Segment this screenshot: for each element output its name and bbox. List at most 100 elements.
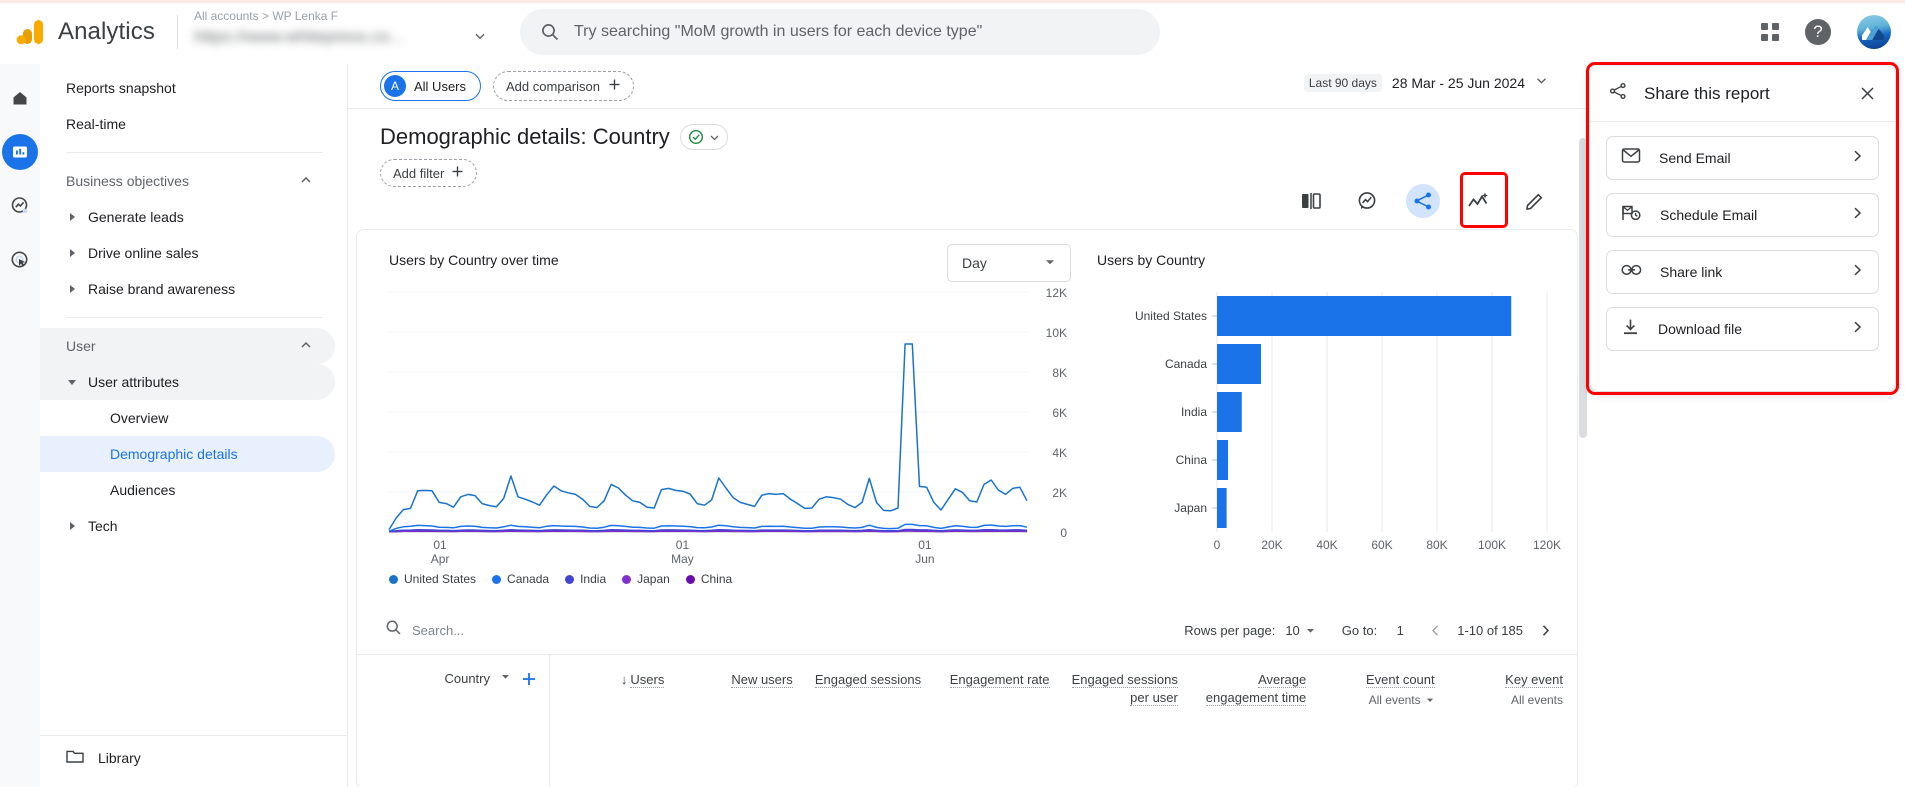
date-range-picker[interactable]: Last 90 days 28 Mar - 25 Jun 2024: [1303, 74, 1548, 92]
sidebar-group-business-objectives[interactable]: Business objectives: [40, 163, 335, 199]
table-column-sub-label: All events: [1368, 693, 1421, 707]
table-column-header[interactable]: Event count All events: [1320, 655, 1448, 787]
sidebar-item-drive-online-sales[interactable]: Drive online sales: [40, 235, 335, 271]
table-column-label: Engagement rate: [949, 672, 1050, 688]
legend-item[interactable]: Japan: [622, 572, 670, 586]
sidebar-item-tech[interactable]: Tech: [40, 508, 335, 544]
rail-item-home[interactable]: [2, 80, 38, 116]
sidebar-item-overview[interactable]: Overview: [40, 400, 335, 436]
rail-item-reports[interactable]: [2, 134, 38, 170]
next-page-button[interactable]: [1533, 618, 1557, 642]
line-chart-legend: United States Canada India Japan China: [389, 572, 732, 586]
trends-icon[interactable]: [1462, 184, 1496, 218]
share-panel-options: Send Email Schedule Email Share link Dow…: [1590, 122, 1895, 365]
y-axis-tick: 12K: [1045, 286, 1067, 300]
sidebar-item-raise-brand-awareness[interactable]: Raise brand awareness: [40, 271, 335, 307]
insights-icon[interactable]: [1350, 184, 1384, 218]
sidebar-item-label: User attributes: [88, 374, 180, 390]
table-column-header[interactable]: Engaged sessions: [807, 655, 935, 787]
table-column-sub-label: All events: [1510, 693, 1563, 707]
report-scrollbar[interactable]: [1579, 138, 1587, 438]
chevron-down-icon: [1535, 74, 1548, 92]
table-column-header[interactable]: Engaged sessions per user: [1064, 655, 1192, 787]
share-icon: [1608, 81, 1628, 106]
account-property-selector[interactable]: All accounts > WP Lenka F https://www.wh…: [194, 8, 494, 56]
table-column-header[interactable]: ↓ Users: [550, 655, 678, 787]
data-quality-badge[interactable]: [679, 124, 728, 150]
report-main-area: A All Users Add comparison Last 90 days …: [348, 64, 1588, 787]
sidebar-item-demographic-details[interactable]: Demographic details: [40, 436, 335, 472]
chevron-up-icon: [299, 338, 313, 355]
add-comparison-button[interactable]: Add comparison: [493, 71, 634, 101]
granularity-value: Day: [962, 255, 987, 271]
sidebar-item-user-attributes[interactable]: User attributes: [40, 364, 335, 400]
google-apps-icon[interactable]: [1761, 23, 1779, 41]
bar-chart-plot: United States Canada India China Japan 0 20K 40…: [1135, 292, 1561, 552]
sidebar-item-label: Raise brand awareness: [88, 281, 236, 297]
table-search-input[interactable]: [412, 622, 672, 638]
global-search-bar[interactable]: [520, 9, 1160, 55]
add-filter-button[interactable]: Add filter: [380, 159, 478, 187]
sidebar-item-audiences[interactable]: Audiences: [40, 472, 335, 508]
previous-page-button[interactable]: [1423, 618, 1447, 642]
edit-icon[interactable]: [1518, 184, 1552, 218]
sidebar-group-user[interactable]: User: [40, 328, 335, 364]
goto-input[interactable]: 1: [1387, 623, 1413, 638]
legend-item[interactable]: Canada: [492, 572, 549, 586]
table-header-row: Country ↓ Users New users Engaged sessions E…: [357, 654, 1577, 787]
search-input[interactable]: [574, 23, 1160, 41]
chevron-down-icon: [474, 29, 486, 47]
rail-item-advertising[interactable]: [2, 242, 38, 278]
share-option-send-email[interactable]: Send Email: [1606, 136, 1879, 180]
chevron-down-icon: [1306, 628, 1314, 633]
chevron-down-icon: [710, 135, 719, 140]
share-option-share-link[interactable]: Share link: [1606, 250, 1879, 294]
sidebar-item-generate-leads[interactable]: Generate leads: [40, 199, 335, 235]
table-pagination: Rows per page: 10 Go to: 1 1-10 of 185: [1184, 618, 1557, 642]
table-column-header[interactable]: Average engagement time: [1192, 655, 1320, 787]
legend-swatch: [492, 574, 502, 584]
sidebar-item-real-time[interactable]: Real-time: [40, 106, 335, 142]
sidebar-item-library[interactable]: Library: [40, 735, 347, 779]
account-breadcrumb: All accounts > WP Lenka F: [193, 9, 339, 23]
add-dimension-icon[interactable]: [521, 671, 537, 687]
bar-x-axis-tick: 120K: [1532, 538, 1562, 552]
segment-avatar: A: [384, 75, 406, 97]
plus-icon: [608, 78, 621, 94]
sidebar-item-reports-snapshot[interactable]: Reports snapshot: [40, 70, 335, 106]
topbar-actions: ?: [1761, 0, 1891, 64]
segment-chip-all-users[interactable]: A All Users: [380, 71, 482, 101]
granularity-select[interactable]: Day: [947, 244, 1071, 282]
legend-item[interactable]: China: [685, 572, 732, 586]
x-axis-tick: 01 Apr: [430, 538, 450, 566]
line-chart-plot: [388, 291, 1028, 533]
legend-item[interactable]: India: [565, 572, 606, 586]
chevron-down-icon[interactable]: [500, 671, 511, 682]
table-dimension-header[interactable]: Country: [357, 655, 550, 787]
share-option-schedule-email[interactable]: Schedule Email: [1606, 193, 1879, 237]
table-column-subselect[interactable]: All events: [1449, 691, 1563, 709]
table-search[interactable]: [385, 619, 1184, 641]
table-column-label: Event count: [1365, 672, 1435, 688]
bar-x-axis-tick: 60K: [1371, 538, 1393, 552]
rows-per-page-select[interactable]: 10: [1285, 623, 1315, 638]
compare-icon[interactable]: [1294, 184, 1328, 218]
rail-item-explore[interactable]: [2, 188, 38, 224]
table-column-header[interactable]: Engagement rate: [935, 655, 1063, 787]
chevron-right-icon: [70, 522, 75, 530]
sidebar-group-label: User: [66, 338, 96, 354]
share-option-download-file[interactable]: Download file: [1606, 307, 1879, 351]
help-icon[interactable]: ?: [1805, 19, 1831, 45]
share-option-label: Schedule Email: [1660, 207, 1758, 223]
chevron-right-icon: [1850, 320, 1864, 339]
table-column-header[interactable]: New users: [678, 655, 806, 787]
table-column-header[interactable]: Key event All events: [1449, 655, 1577, 787]
share-icon[interactable]: [1406, 184, 1440, 218]
chevron-right-icon: [70, 249, 75, 257]
legend-item[interactable]: United States: [389, 572, 476, 586]
y-axis-tick: 4K: [1052, 446, 1067, 460]
brand-divider: [176, 15, 178, 49]
table-column-subselect[interactable]: All events: [1320, 691, 1434, 709]
avatar[interactable]: [1857, 15, 1891, 49]
close-icon[interactable]: [1853, 80, 1881, 108]
